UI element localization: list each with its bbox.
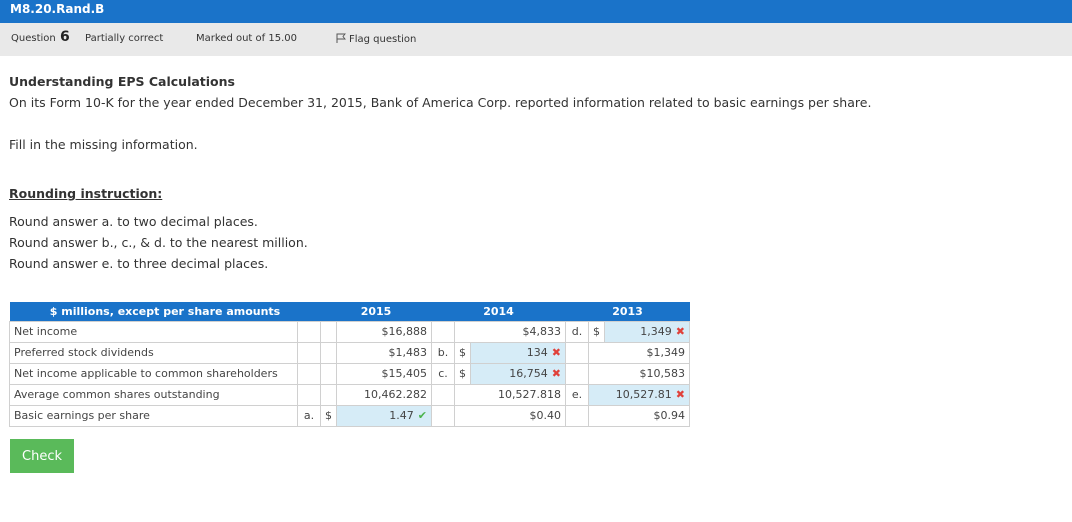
question-heading: Understanding EPS Calculations xyxy=(9,74,235,89)
row-label: Preferred stock dividends xyxy=(9,341,298,364)
row-label: Average common shares outstanding xyxy=(9,383,298,406)
incorrect-icon: ✖ xyxy=(675,325,685,338)
header-2015: 2015 xyxy=(320,302,432,321)
answer-letter-a: a. xyxy=(297,404,321,427)
question-intro: On its Form 10-K for the year ended Dece… xyxy=(9,95,872,110)
answer-input-e[interactable]: 10,527.81 ✖ xyxy=(588,383,690,406)
table-header-row: $ millions, except per share amounts 201… xyxy=(9,302,690,321)
currency-sign: $ xyxy=(320,404,337,427)
table-row: Net income applicable to common sharehol… xyxy=(9,362,690,385)
answer-letter-d: d. xyxy=(565,320,589,343)
answer-input-b[interactable]: 134 ✖ xyxy=(470,341,566,364)
answer-value-a: 1.47 xyxy=(389,409,414,422)
flag-icon xyxy=(336,33,346,43)
question-info-bar: Question 6 Partially correct Marked out … xyxy=(0,23,1072,56)
cell-2013: $0.94 xyxy=(588,404,690,427)
fill-instruction: Fill in the missing information. xyxy=(9,137,198,152)
incorrect-icon: ✖ xyxy=(675,388,685,401)
cell-2013: $10,583 xyxy=(588,362,690,385)
answer-value-e: 10,527.81 xyxy=(615,388,672,401)
table-row: Preferred stock dividends $1,483 b. $ 13… xyxy=(9,341,690,364)
currency-sign: $ xyxy=(454,341,471,364)
correct-icon: ✔ xyxy=(417,409,427,422)
row-label: Net income xyxy=(9,320,298,343)
answer-letter-e: e. xyxy=(565,383,589,406)
cell-2014: $0.40 xyxy=(454,404,566,427)
answer-input-a[interactable]: 1.47 ✔ xyxy=(336,404,432,427)
cell-2014: 10,527.818 xyxy=(454,383,566,406)
cell-2013: $1,349 xyxy=(588,341,690,364)
eps-table: $ millions, except per share amounts 201… xyxy=(9,302,690,427)
table-row: Average common shares outstanding 10,462… xyxy=(9,383,690,406)
question-label: Question xyxy=(11,33,56,44)
rounding-a: Round answer a. to two decimal places. xyxy=(9,214,258,229)
quiz-title: M8.20.Rand.B xyxy=(10,2,105,16)
flag-question-label: Flag question xyxy=(349,34,417,45)
currency-sign: $ xyxy=(588,320,605,343)
question-status: Partially correct xyxy=(85,33,164,44)
incorrect-icon: ✖ xyxy=(551,367,561,380)
cell-2014: $4,833 xyxy=(454,320,566,343)
answer-value-b: 134 xyxy=(526,346,548,359)
row-label: Net income applicable to common sharehol… xyxy=(9,362,298,385)
cell-2015: $16,888 xyxy=(336,320,432,343)
currency-sign: $ xyxy=(454,362,471,385)
rounding-heading: Rounding instruction: xyxy=(9,186,163,201)
answer-letter-c: c. xyxy=(431,362,455,385)
table-row: Basic earnings per share a. $ 1.47 ✔ $0.4… xyxy=(9,404,690,427)
cell-2015: $15,405 xyxy=(336,362,432,385)
flag-question-link[interactable]: Flag question xyxy=(336,33,416,45)
header-label: $ millions, except per share amounts xyxy=(9,302,321,321)
quiz-title-bar: M8.20.Rand.B xyxy=(0,0,1072,23)
rounding-bcd: Round answer b., c., & d. to the nearest… xyxy=(9,235,308,250)
header-2013: 2013 xyxy=(565,302,690,321)
answer-value-d: 1,349 xyxy=(640,325,672,338)
question-number: 6 xyxy=(60,29,70,45)
check-button[interactable]: Check xyxy=(10,439,74,473)
incorrect-icon: ✖ xyxy=(551,346,561,359)
answer-letter-b: b. xyxy=(431,341,455,364)
header-2014: 2014 xyxy=(431,302,566,321)
answer-value-c: 16,754 xyxy=(509,367,548,380)
answer-input-d[interactable]: 1,349 ✖ xyxy=(604,320,690,343)
table-row: Net income $16,888 $4,833 d. $ 1,349 ✖ xyxy=(9,320,690,343)
cell-2015: 10,462.282 xyxy=(336,383,432,406)
cell-2015: $1,483 xyxy=(336,341,432,364)
row-label: Basic earnings per share xyxy=(9,404,298,427)
answer-input-c[interactable]: 16,754 ✖ xyxy=(470,362,566,385)
question-marks: Marked out of 15.00 xyxy=(196,33,297,44)
rounding-e: Round answer e. to three decimal places. xyxy=(9,256,269,271)
